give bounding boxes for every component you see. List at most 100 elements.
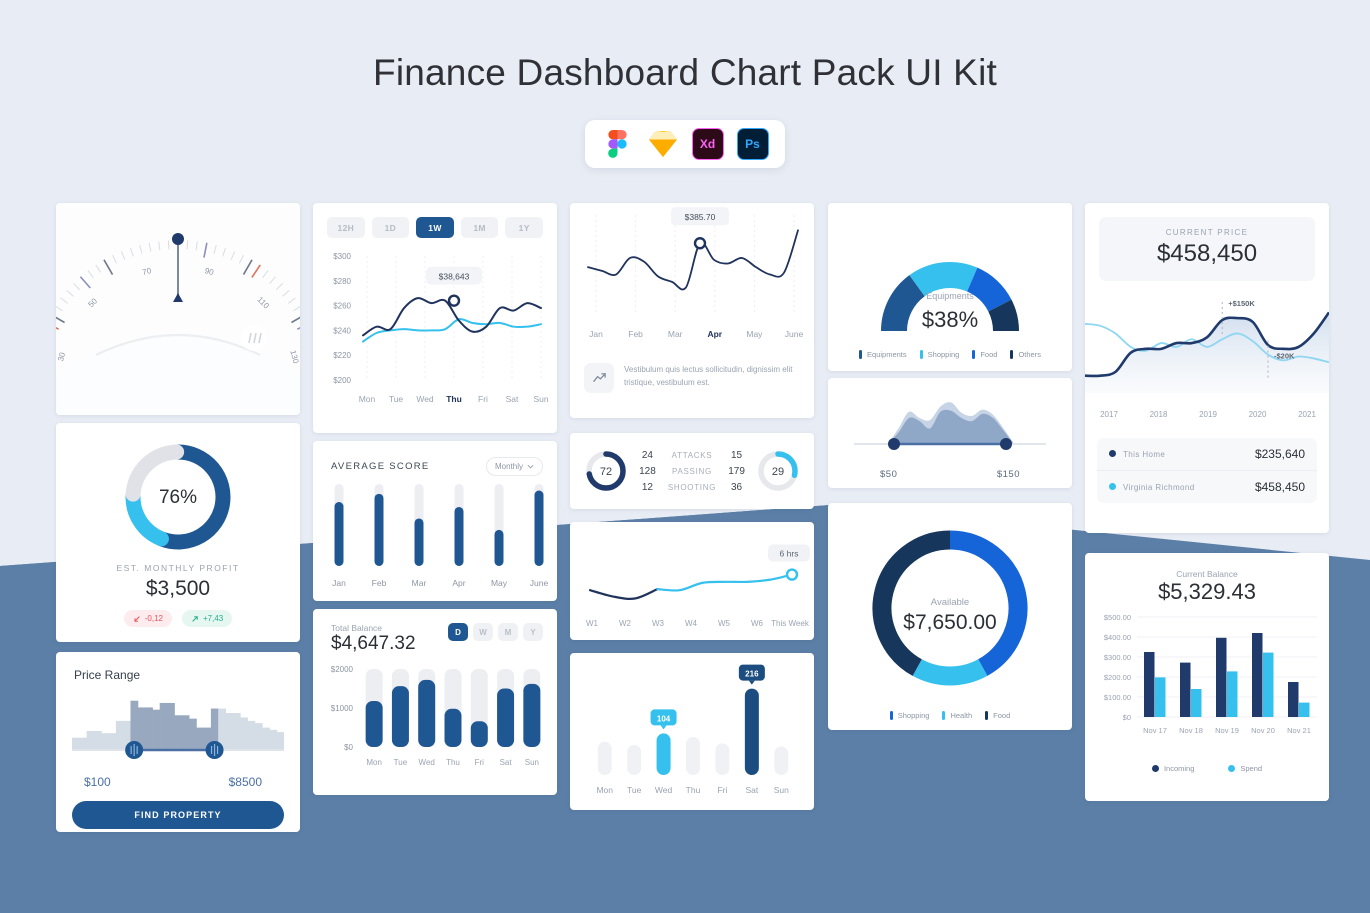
app-format-badges: Xd Ps [585,120,785,168]
svg-text:Tue: Tue [389,394,404,404]
arrow-down-icon [134,615,140,622]
svg-text:June: June [785,329,804,339]
svg-text:$200: $200 [333,376,351,385]
svg-text:Thu: Thu [686,785,701,795]
balance-bars-card: Current Balance $5,329.43 $500.00 $400.00… [1085,553,1329,801]
svg-text:Mon: Mon [359,394,376,404]
svg-text:$260: $260 [333,302,351,311]
svg-text:2021: 2021 [1298,410,1316,419]
svg-text:Feb: Feb [628,329,643,339]
total-balance-label: Total Balance [331,623,383,633]
svg-text:May: May [746,329,763,339]
svg-text:$38,643: $38,643 [439,272,470,282]
svg-text:W4: W4 [685,619,698,628]
balance-bars-value: $5,329.43 [1158,579,1256,604]
svg-text:$38%: $38% [922,307,978,332]
price-range-histogram[interactable] [72,688,285,768]
match-stats-card: 72 24 ATTACKS 15 128 PASSING 179 12 SHOOTING 36 … [570,433,814,509]
svg-text:W5: W5 [718,619,731,628]
range-tabs[interactable]: DWMY [448,623,543,641]
current-price-label: CURRENT PRICE [1165,228,1249,237]
svg-text:Nov 21: Nov 21 [1287,726,1311,735]
chevron-down-icon [527,464,534,469]
legend-dot [1228,765,1236,772]
legend-incoming: Incoming [1151,764,1194,773]
period-tab-1m[interactable]: 1M [460,217,499,238]
svg-text:$280: $280 [333,277,351,286]
range-tab-d[interactable]: D [448,623,468,641]
range-area-chart[interactable] [828,378,1072,464]
legend-swatch [972,350,976,359]
svg-text:$1000: $1000 [331,704,354,713]
current-price-value: $458,450 [1156,240,1258,267]
bar-spend [1191,689,1202,717]
left-score-value: 72 [600,466,612,478]
svg-text:-$20K: -$20K [1274,352,1295,361]
svg-text:Wed: Wed [416,394,434,404]
range-handle-min [888,438,900,450]
period-tab-1y[interactable]: 1Y [505,217,543,238]
legend-swatch [919,350,923,359]
svg-text:Tue: Tue [394,758,408,767]
left-score-ring: 72 [586,451,626,491]
legend-equipments: Equipments [859,350,907,359]
current-price-chart: +$150K -$20K 2017 2018 2019 2020 2021 [1085,299,1329,419]
svg-text:W1: W1 [586,619,599,628]
svg-text:Sat: Sat [500,758,513,767]
expense-gauge-chart: Equipments $38% [881,262,1019,332]
current-price-card: CURRENT PRICE $458,450 +$150K -$20K 2017 2… [1085,203,1329,533]
svg-text:$200.00: $200.00 [1104,673,1131,682]
period-tab-1w[interactable]: 1W [416,217,454,238]
balance-bars-legend: Incoming Spend [1085,764,1329,773]
period-tab-1d[interactable]: 1D [371,217,410,238]
range-tab-y[interactable]: Y [523,623,543,641]
svg-text:Sat: Sat [506,394,519,404]
svg-text:2017: 2017 [1100,410,1118,419]
legend-swatch [942,711,946,720]
current-price-box: CURRENT PRICE $458,450 [1099,217,1315,281]
available-donut-chart: Available $7,650.00 [872,530,1028,686]
svg-text:Wed: Wed [419,758,435,767]
svg-text:W3: W3 [652,619,665,628]
arrow-up-icon [192,615,198,622]
svg-text:$400.00: $400.00 [1104,633,1131,642]
period-tab-12h[interactable]: 12H [327,217,365,238]
period-tabs[interactable]: 12H 1D 1W 1M 1Y [313,203,557,238]
svg-text:104: 104 [657,714,671,723]
price-legend-value: $235,640 [1254,447,1305,461]
svg-text:Jan: Jan [589,329,603,339]
svg-text:$220: $220 [333,351,351,360]
price-range-min: $100 [84,775,111,789]
svg-text:216: 216 [745,670,759,679]
stat-row: 24 ATTACKS 15 [641,449,743,461]
balance-bars-chart: $500.00 $400.00 $300.00 $200.00 $100.00 $0 No… [1104,613,1317,735]
svg-text:Apr: Apr [707,329,722,339]
average-score-card: AVERAGE SCORE Monthly Jan Feb Mar Apr May Jun… [313,441,557,601]
average-score-period-dropdown[interactable]: Monthly [485,457,543,476]
legend-others: Others [1010,350,1041,359]
svg-text:Tue: Tue [627,785,642,795]
legend-dot [1151,765,1159,772]
sketch-icon [647,128,679,160]
right-score-ring: 29 [758,451,798,491]
price-legend-row: This Home $235,640 [1097,438,1317,470]
svg-text:Mon: Mon [366,758,382,767]
bar-incoming [1144,652,1155,717]
svg-text:76%: 76% [159,487,197,508]
svg-text:Sun: Sun [525,758,539,767]
legend-spend: Spend [1228,764,1262,773]
svg-text:Jan: Jan [332,578,346,588]
svg-text:Available: Available [931,597,969,608]
bar-incoming [1252,633,1263,717]
average-score-bars: Jan Feb Mar Apr May June [332,484,548,588]
svg-text:Wed: Wed [655,785,673,795]
profit-donut-card: 76% EST. MONTHLY PROFIT $3,500 -0,12 +7,… [56,423,300,642]
range-tab-m[interactable]: M [498,623,518,641]
find-property-button[interactable]: FIND PROPERTY [72,801,284,829]
range-tab-w[interactable]: W [473,623,493,641]
svg-text:Nov 20: Nov 20 [1251,726,1275,735]
legend-food: Food [985,711,1010,720]
total-balance-value: $4,647.32 [331,633,416,654]
bar-spend [1155,677,1166,717]
svg-text:$0: $0 [1123,713,1131,722]
